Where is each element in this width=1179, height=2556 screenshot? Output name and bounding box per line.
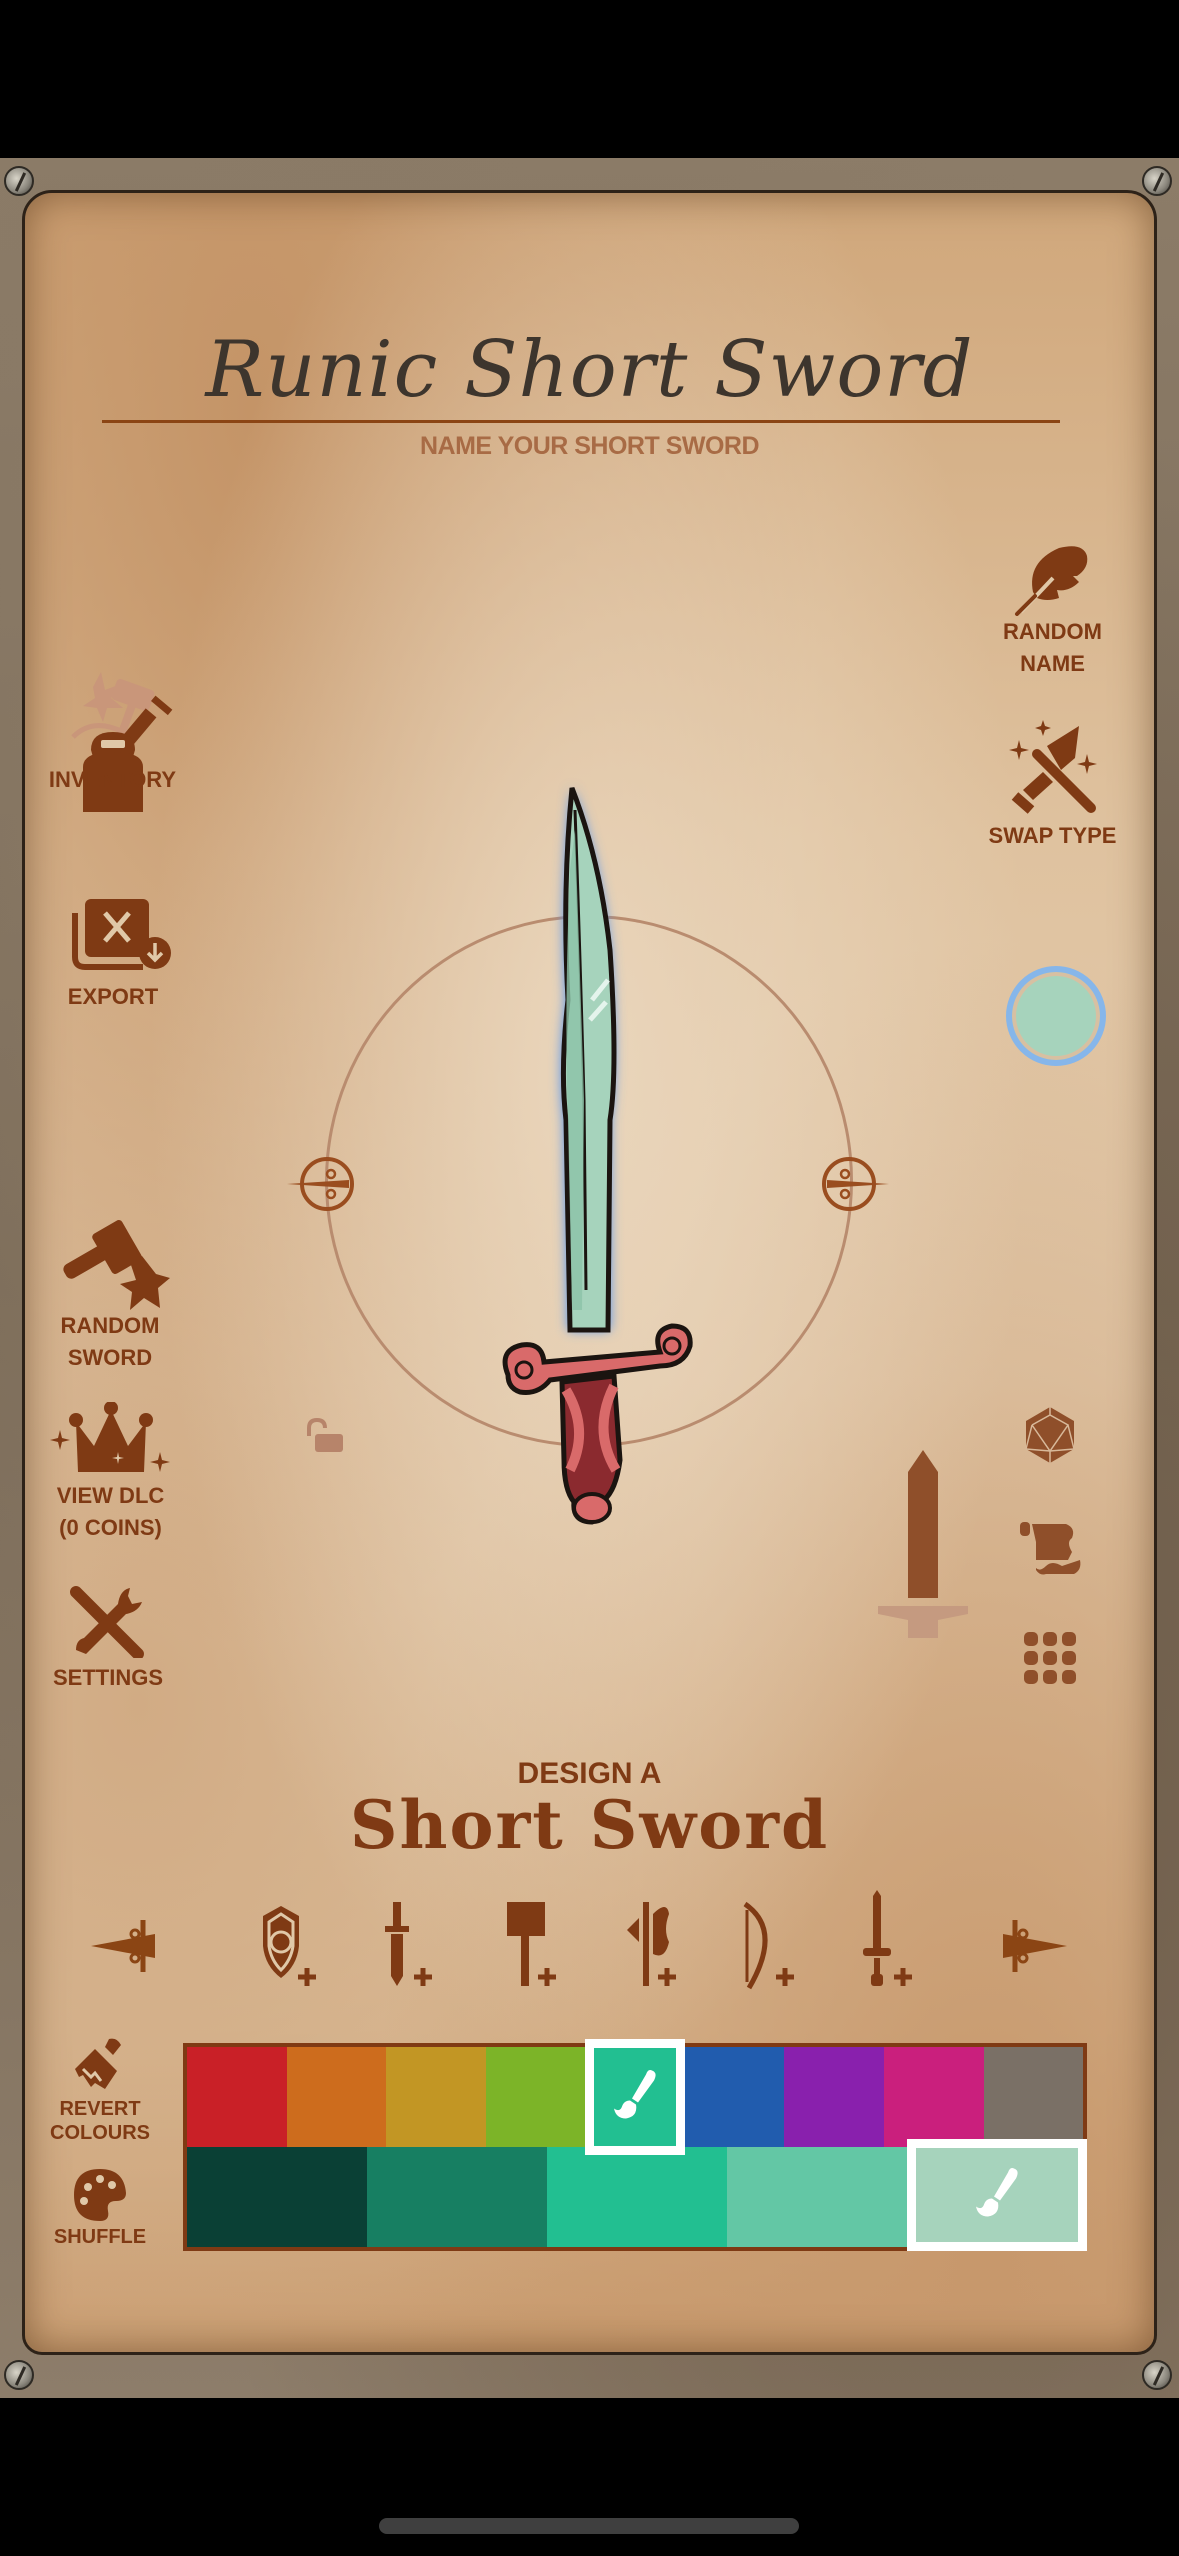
hue-swatch-grey[interactable] bbox=[983, 2047, 1084, 2147]
add-hammer-part[interactable] bbox=[483, 1890, 573, 1990]
current-colour-indicator[interactable] bbox=[1006, 966, 1106, 1066]
screw-icon bbox=[1142, 166, 1172, 196]
scroll-icon bbox=[1020, 1522, 1081, 1575]
randomise-dice-button[interactable] bbox=[1022, 1405, 1078, 1470]
hammer-add-icon bbox=[507, 1902, 556, 1986]
inventory-label: INVENTORY bbox=[48, 767, 177, 792]
random-name-label-1: RANDOM bbox=[1003, 619, 1102, 644]
random-name-button[interactable]: RANDOM NAME bbox=[980, 542, 1125, 680]
revert-label-1: REVERT bbox=[59, 2098, 141, 2120]
screw-icon bbox=[1142, 2360, 1172, 2390]
sword-silhouette-icon bbox=[878, 1450, 968, 1666]
crossed-weapons-icon bbox=[1008, 720, 1097, 814]
parts-prev-button[interactable] bbox=[85, 1890, 175, 1990]
settings-button[interactable]: SETTINGS bbox=[38, 1582, 178, 1694]
hue-swatch-red[interactable] bbox=[187, 2047, 287, 2147]
shade-swatch-4[interactable] bbox=[907, 2139, 1087, 2251]
add-bow-part[interactable] bbox=[723, 1890, 813, 1990]
grid-view-button[interactable] bbox=[1022, 1630, 1078, 1691]
dagger-add-icon bbox=[385, 1902, 432, 1986]
axe-add-icon bbox=[627, 1902, 676, 1986]
rotate-right-handle[interactable] bbox=[815, 1152, 891, 1216]
parts-next-button[interactable] bbox=[983, 1890, 1073, 1990]
ornate-arrow-right-icon bbox=[1003, 1920, 1067, 1972]
ornate-arrow-left-icon bbox=[287, 1157, 354, 1211]
hue-swatch-blue[interactable] bbox=[684, 2047, 785, 2147]
ornate-arrow-left-icon bbox=[91, 1920, 155, 1972]
add-sword-part[interactable] bbox=[843, 1890, 933, 1990]
add-dagger-part[interactable] bbox=[363, 1890, 453, 1990]
part-selector-sword[interactable] bbox=[878, 1432, 968, 1666]
random-name-label-2: NAME bbox=[1020, 651, 1085, 676]
revert-label-2: COLOURS bbox=[50, 2122, 150, 2144]
screw-icon bbox=[4, 2360, 34, 2390]
view-dlc-label-1: VIEW DLC bbox=[56, 1483, 165, 1508]
shade-swatch-3[interactable] bbox=[727, 2147, 907, 2247]
paint-brush-icon bbox=[974, 2167, 1020, 2224]
export-label: EXPORT bbox=[67, 984, 159, 1009]
sword-add-icon bbox=[863, 1890, 912, 1986]
shade-swatch-1[interactable] bbox=[367, 2147, 547, 2247]
home-indicator[interactable] bbox=[379, 2518, 799, 2534]
hue-row bbox=[187, 2039, 1084, 2155]
rotate-left-handle[interactable] bbox=[285, 1152, 361, 1216]
export-image-icon bbox=[72, 899, 171, 970]
hue-swatch-mustard[interactable] bbox=[386, 2047, 486, 2147]
bow-add-icon bbox=[743, 1901, 794, 1990]
shade-swatch-0[interactable] bbox=[187, 2147, 367, 2247]
palette-icon bbox=[74, 2169, 126, 2221]
add-shield-part[interactable] bbox=[243, 1890, 333, 1990]
view-dlc-button[interactable]: VIEW DLC (0 COINS) bbox=[38, 1402, 183, 1544]
random-sword-label-2: SWORD bbox=[67, 1345, 153, 1370]
shuffle-colours-button[interactable]: SHUFFLE bbox=[40, 2165, 160, 2249]
lock-toggle[interactable] bbox=[305, 1417, 345, 1459]
sword-preview[interactable] bbox=[480, 770, 700, 1530]
hue-swatch-purple[interactable] bbox=[784, 2047, 884, 2147]
swap-type-button[interactable]: SWAP TYPE bbox=[980, 720, 1125, 852]
hue-swatch-magenta[interactable] bbox=[883, 2047, 984, 2147]
quill-icon bbox=[1014, 546, 1087, 616]
pommel[interactable] bbox=[572, 1492, 612, 1524]
d20-dice-icon bbox=[1025, 1407, 1075, 1463]
parts-bar bbox=[0, 1890, 1179, 2000]
swap-type-label: SWAP TYPE bbox=[988, 823, 1117, 848]
tools-icon bbox=[70, 1586, 144, 1658]
hammer-anvil-icon bbox=[63, 1220, 170, 1310]
colour-palette bbox=[183, 2039, 1087, 2251]
random-sword-button[interactable]: RANDOM SWORD bbox=[30, 1218, 190, 1374]
revert-colours-button[interactable]: REVERT COLOURS bbox=[40, 2035, 160, 2145]
random-sword-label-1: RANDOM bbox=[60, 1313, 160, 1338]
hue-swatch-orange[interactable] bbox=[286, 2047, 387, 2147]
lore-scroll-button[interactable] bbox=[1018, 1520, 1082, 1581]
hue-swatch-teal[interactable] bbox=[585, 2039, 685, 2155]
settings-label: SETTINGS bbox=[52, 1665, 163, 1690]
shade-swatch-2[interactable] bbox=[547, 2147, 727, 2247]
inventory-button[interactable]: INVENTORY bbox=[30, 662, 195, 812]
paint-brush-broken-icon bbox=[75, 2038, 121, 2089]
add-axe-part[interactable] bbox=[603, 1890, 693, 1990]
crown-icon bbox=[49, 1402, 170, 1472]
paint-brush-icon bbox=[612, 2069, 658, 2126]
weapon-type-title: Short Sword bbox=[349, 1786, 830, 1864]
view-dlc-label-2: (0 COINS) bbox=[59, 1515, 162, 1540]
hue-swatch-lime[interactable] bbox=[485, 2047, 586, 2147]
export-button[interactable]: EXPORT bbox=[38, 895, 188, 1013]
unlock-icon bbox=[307, 1417, 343, 1452]
shuffle-label: SHUFFLE bbox=[53, 2226, 147, 2248]
shade-row bbox=[187, 2139, 1087, 2251]
title-underline bbox=[102, 420, 1060, 423]
screw-icon bbox=[4, 166, 34, 196]
grid-icon bbox=[1024, 1632, 1076, 1684]
name-prompt[interactable]: NAME YOUR SHORT SWORD bbox=[0, 432, 1179, 461]
ornate-arrow-right-icon bbox=[822, 1157, 889, 1211]
sword-name-title[interactable]: Runic Short Sword bbox=[0, 325, 1179, 415]
shield-add-icon bbox=[263, 1906, 316, 1986]
